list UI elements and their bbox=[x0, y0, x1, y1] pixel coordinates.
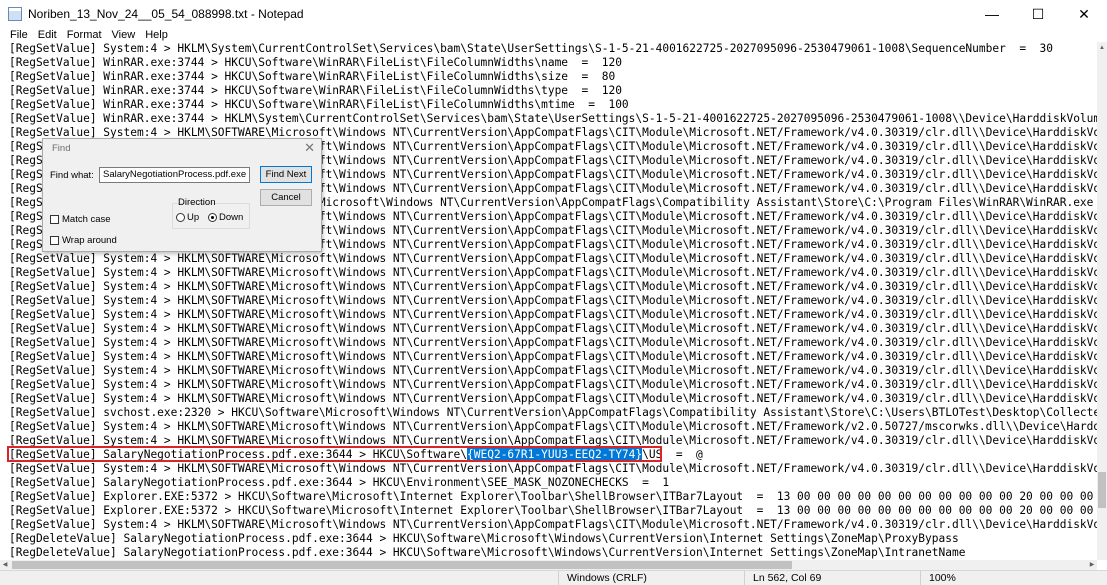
match-case-label: Match case bbox=[62, 214, 111, 225]
text-line: [RegSetValue] System:4 > HKLM\SOFTWARE\M… bbox=[9, 280, 1097, 293]
text-line: [RegSetValue] Explorer.EXE:5372 > HKCU\S… bbox=[9, 504, 1094, 517]
text-line: [RegSetValue] System:4 > HKLM\SOFTWARE\M… bbox=[9, 518, 1097, 531]
find-next-button[interactable]: Find Next bbox=[260, 166, 312, 183]
close-button[interactable]: ✕ bbox=[1061, 0, 1107, 28]
highlighted-line-suffix: \US = @ bbox=[642, 448, 703, 461]
notepad-icon bbox=[8, 7, 22, 21]
text-editor[interactable]: [RegSetValue] System:4 > HKLM\System\Cur… bbox=[0, 42, 1097, 560]
text-line: [RegSetValue] System:4 > HKLM\SOFTWARE\M… bbox=[9, 266, 1097, 279]
text-line: [RegSetValue] WinRAR.exe:3744 > HKCU\Sof… bbox=[9, 84, 622, 97]
text-line: [RegSetValue] System:4 > HKLM\SOFTWARE\M… bbox=[9, 252, 1097, 265]
text-line: [RegSetValue] System:4 > HKLM\System\Cur… bbox=[9, 42, 1053, 55]
text-line: [RegSetValue] System:4 > HKLM\SOFTWARE\M… bbox=[9, 364, 1097, 377]
highlighted-line-prefix: [RegSetValue] SalaryNegotiationProcess.p… bbox=[9, 448, 468, 461]
text-line: [RegSetValue] System:4 > HKLM\SOFTWARE\M… bbox=[9, 350, 1097, 363]
text-line: [RegSetValue] System:4 > HKLM\SOFTWARE\M… bbox=[9, 378, 1097, 391]
text-line: [RegSetValue] WinRAR.exe:3744 > HKCU\Sof… bbox=[9, 98, 629, 111]
direction-group: Direction Up Down bbox=[172, 197, 250, 229]
status-zoom: 100% bbox=[920, 571, 956, 585]
menu-view[interactable]: View bbox=[107, 28, 141, 42]
maximize-button[interactable]: ☐ bbox=[1015, 0, 1061, 28]
wrap-around-checkbox[interactable]: Wrap around bbox=[50, 235, 117, 246]
radio-unchecked-icon bbox=[176, 213, 185, 222]
direction-up-radio[interactable]: Up bbox=[176, 212, 199, 223]
find-dialog-title: Find bbox=[52, 143, 71, 154]
text-line: [RegSetValue] System:4 > HKLM\SOFTWARE\M… bbox=[9, 322, 1097, 335]
text-line: [RegDeleteValue] SalaryNegotiationProces… bbox=[9, 546, 966, 559]
match-case-checkbox[interactable]: Match case bbox=[50, 214, 111, 225]
status-bar: Windows (CRLF) Ln 562, Col 69 100% bbox=[0, 570, 1107, 585]
up-label: Up bbox=[187, 212, 200, 223]
menu-file[interactable]: File bbox=[0, 28, 33, 42]
menu-bar: File Edit Format View Help bbox=[0, 28, 1107, 42]
text-line: [RegSetValue] System:4 > HKLM\SOFTWARE\M… bbox=[9, 308, 1097, 321]
direction-label: Direction bbox=[178, 197, 216, 208]
wrap-around-label: Wrap around bbox=[62, 235, 117, 246]
minimize-button[interactable]: — bbox=[969, 0, 1015, 28]
text-line: [RegSetValue] WinRAR.exe:3744 > HKCU\Sof… bbox=[9, 70, 616, 83]
find-dialog: Find ✕ Find what: SalaryNegotiationProce… bbox=[42, 138, 322, 252]
status-cursor-position: Ln 562, Col 69 bbox=[744, 571, 821, 585]
text-line: [RegSetValue] System:4 > HKLM\SOFTWARE\M… bbox=[9, 392, 1097, 405]
window-controls: — ☐ ✕ bbox=[969, 0, 1107, 28]
text-line: [RegSetValue] System:4 > HKLM\SOFTWARE\M… bbox=[9, 462, 1097, 475]
horizontal-scrollbar[interactable]: ◀ ▶ bbox=[0, 560, 1097, 570]
scroll-right-icon[interactable]: ▶ bbox=[1087, 560, 1097, 570]
checkbox-icon bbox=[50, 215, 59, 224]
find-dialog-close-icon[interactable]: ✕ bbox=[304, 140, 315, 156]
text-line: [RegSetValue] System:4 > HKLM\SOFTWARE\M… bbox=[9, 336, 1097, 349]
horizontal-scroll-thumb[interactable] bbox=[12, 561, 792, 569]
text-line: [RegDeleteValue] SalaryNegotiationProces… bbox=[9, 532, 959, 545]
down-label: Down bbox=[219, 212, 244, 223]
text-line: [RegSetValue] WinRAR.exe:3744 > HKCU\Sof… bbox=[9, 56, 622, 69]
vertical-scrollbar[interactable]: ▲ bbox=[1097, 42, 1107, 560]
checkbox-icon bbox=[50, 236, 59, 245]
find-what-input[interactable]: SalaryNegotiationProcess.pdf.exe bbox=[99, 167, 250, 183]
text-line: [RegSetValue] System:4 > HKLM\SOFTWARE\M… bbox=[9, 434, 1097, 447]
radio-checked-icon bbox=[208, 213, 217, 222]
cancel-button[interactable]: Cancel bbox=[260, 189, 312, 206]
window-title: Noriben_13_Nov_24__05_54_088998.txt - No… bbox=[28, 7, 304, 21]
title-bar: Noriben_13_Nov_24__05_54_088998.txt - No… bbox=[0, 0, 1107, 28]
status-line-ending: Windows (CRLF) bbox=[558, 571, 647, 585]
vertical-scroll-thumb[interactable] bbox=[1098, 472, 1106, 508]
menu-edit[interactable]: Edit bbox=[33, 28, 62, 42]
menu-help[interactable]: Help bbox=[140, 28, 173, 42]
selected-text: {WEQ2-67R1-YUU3-EEQ2-TY74} bbox=[467, 448, 643, 461]
highlighted-line: [RegSetValue] SalaryNegotiationProcess.p… bbox=[9, 448, 703, 462]
scroll-left-icon[interactable]: ◀ bbox=[0, 560, 10, 570]
text-line: [RegSetValue] SalaryNegotiationProcess.p… bbox=[9, 476, 670, 489]
text-line: [RegSetValue] svchost.exe:2320 > HKCU\So… bbox=[9, 406, 1097, 419]
text-line: [RegSetValue] System:4 > HKLM\SOFTWARE\M… bbox=[9, 420, 1097, 433]
menu-format[interactable]: Format bbox=[62, 28, 107, 42]
text-line: [RegSetValue] System:4 > HKLM\SOFTWARE\M… bbox=[9, 294, 1097, 307]
scroll-up-icon[interactable]: ▲ bbox=[1097, 42, 1107, 54]
text-line: [RegSetValue] WinRAR.exe:3744 > HKLM\Sys… bbox=[9, 112, 1097, 125]
direction-down-radio[interactable]: Down bbox=[208, 212, 243, 223]
find-what-label: Find what: bbox=[50, 170, 94, 181]
text-line: [RegSetValue] Explorer.EXE:5372 > HKCU\S… bbox=[9, 490, 1094, 503]
